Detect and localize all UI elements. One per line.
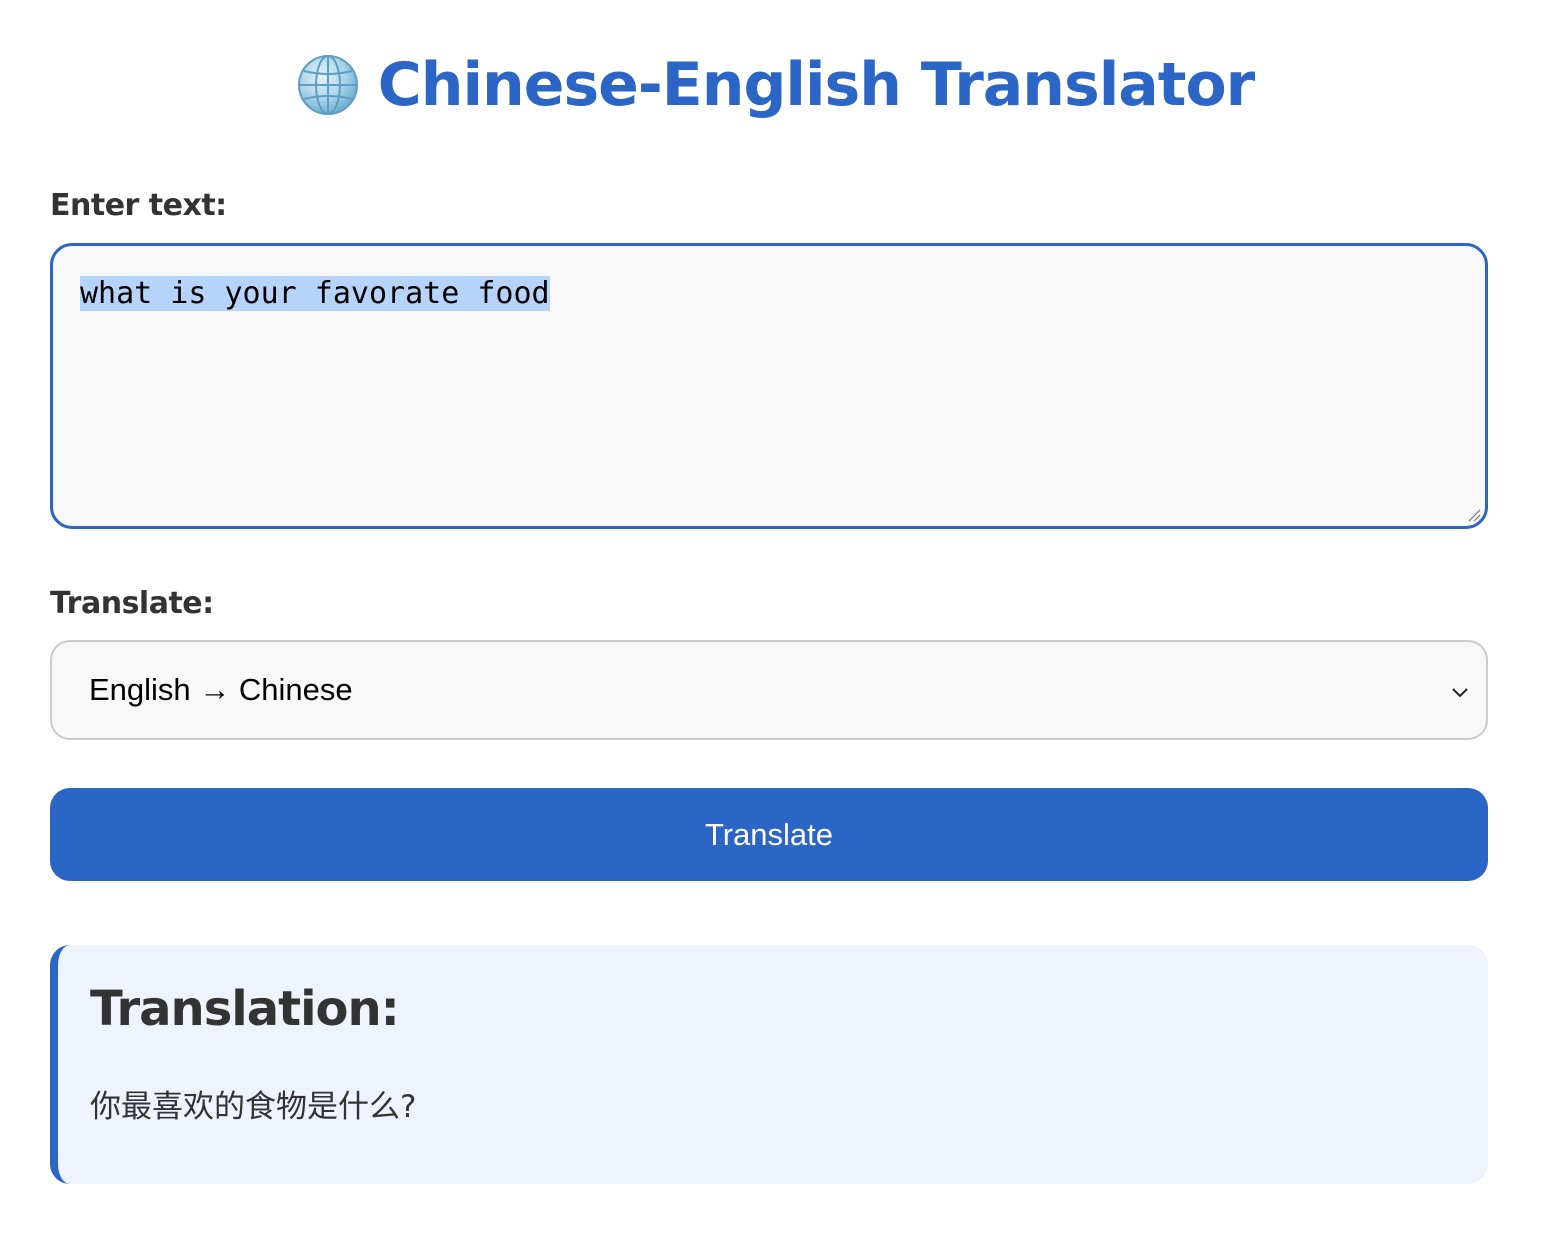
result-heading: Translation: (90, 981, 400, 1037)
header: Chinese-English Translator (0, 40, 1550, 130)
source-text-value: what is your favorate food (80, 276, 550, 311)
chevron-down-icon (1452, 688, 1468, 698)
source-text-input[interactable]: what is your favorate food (50, 243, 1488, 529)
direction-label: Translate: (50, 586, 214, 621)
resize-handle-icon[interactable] (1467, 508, 1481, 522)
globe-icon (296, 53, 360, 117)
input-label: Enter text: (50, 188, 227, 223)
translation-result-panel: Translation: 你最喜欢的食物是什么? (50, 945, 1488, 1184)
translator-page: Chinese-English Translator Enter text: w… (0, 0, 1550, 1238)
direction-select[interactable]: English → Chinese (50, 640, 1488, 740)
page-title: Chinese-English Translator (377, 50, 1256, 120)
translate-button[interactable]: Translate (50, 788, 1488, 881)
result-text: 你最喜欢的食物是什么? (90, 1089, 417, 1125)
direction-selected-value: English → Chinese (89, 672, 353, 707)
